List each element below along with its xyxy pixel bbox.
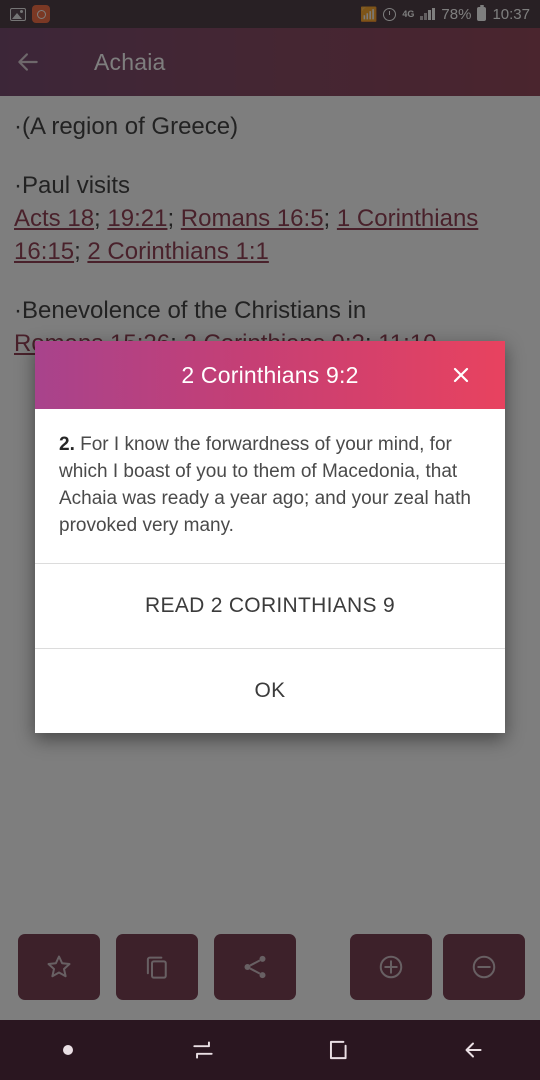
read-chapter-button[interactable]: READ 2 CORINTHIANS 9 — [35, 563, 505, 648]
dialog-verse-body: 2. For I know the forwardness of your mi… — [35, 409, 505, 563]
verse-dialog: 2 Corinthians 9:2 2. For I know the forw… — [35, 341, 505, 733]
back-arrow-icon — [465, 1042, 482, 1058]
dialog-close-button[interactable] — [437, 341, 485, 409]
android-nav-bar — [0, 1020, 540, 1080]
dialog-header: 2 Corinthians 9:2 — [35, 341, 505, 409]
verse-number: 2. — [59, 434, 75, 455]
dialog-title: 2 Corinthians 9:2 — [181, 361, 359, 388]
ok-button[interactable]: OK — [35, 648, 505, 733]
home-square-icon — [329, 1040, 347, 1060]
dot-icon — [62, 1045, 73, 1055]
verse-text: For I know the forwardness of your mind,… — [59, 434, 471, 536]
close-icon — [453, 367, 469, 383]
nav-back[interactable] — [405, 1037, 540, 1063]
recents-icon — [192, 1041, 213, 1059]
nav-dot[interactable] — [0, 1045, 135, 1055]
nav-home[interactable] — [270, 1037, 405, 1063]
nav-recents[interactable] — [135, 1037, 270, 1063]
